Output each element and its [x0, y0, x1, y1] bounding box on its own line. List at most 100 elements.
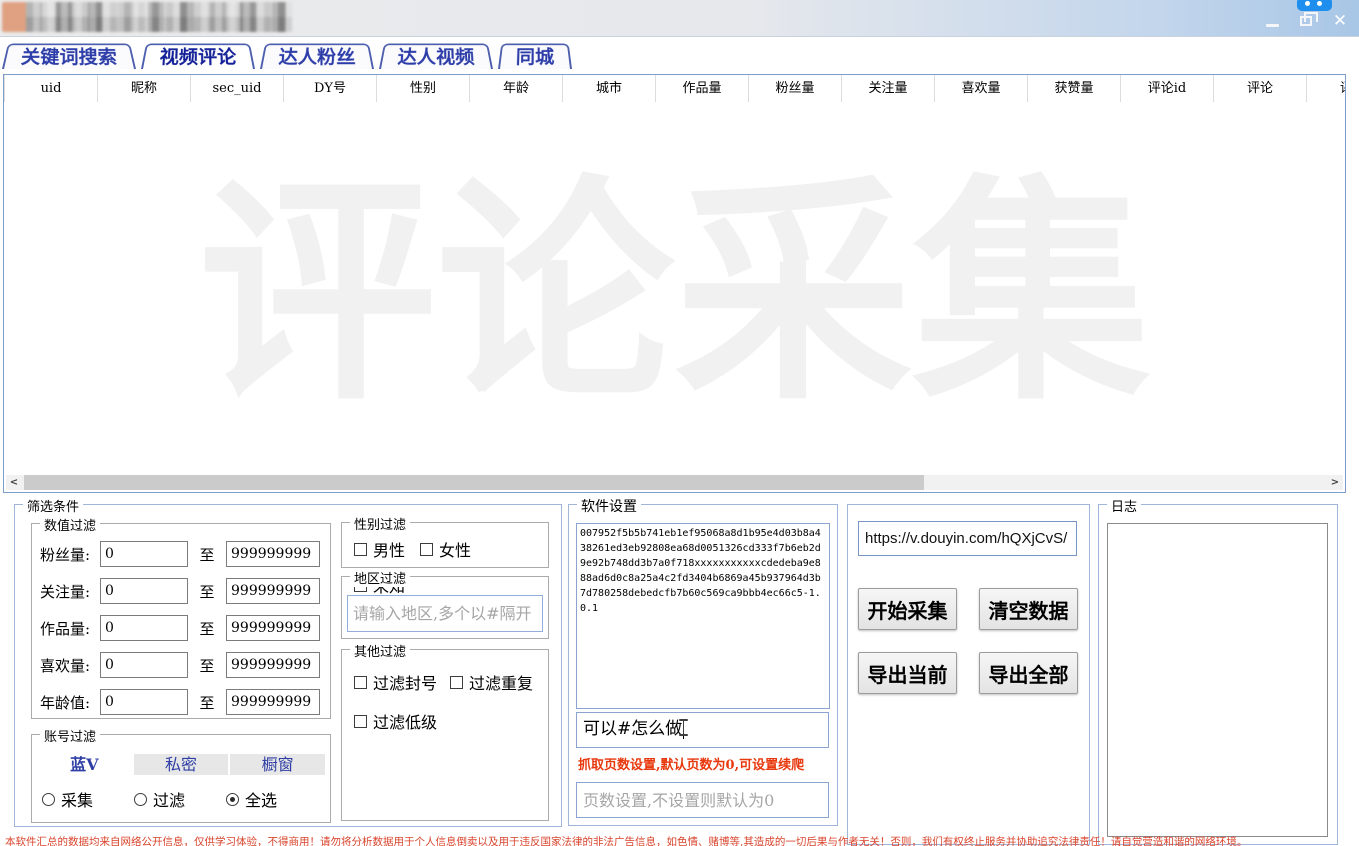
- scroll-right-arrow[interactable]: >: [1327, 475, 1343, 490]
- tab-label: 达人粉丝: [278, 45, 356, 69]
- other-checkbox[interactable]: 过滤封号: [354, 670, 450, 694]
- gender-filter-group: 性别过滤 男性 女性 未知: [341, 522, 549, 568]
- account-type-segment[interactable]: 橱窗: [230, 754, 325, 775]
- table-column-header[interactable]: uid: [5, 75, 98, 102]
- account-mode-radio[interactable]: 过滤: [134, 787, 226, 811]
- numeric-min-input[interactable]: [100, 541, 188, 567]
- tab-label: 关键词搜索: [20, 45, 118, 69]
- action-button[interactable]: 开始采集: [858, 588, 957, 630]
- numeric-min-input[interactable]: [100, 578, 188, 604]
- numeric-filter-row: 关注量: 至: [32, 578, 330, 604]
- radio-label: 采集: [61, 787, 93, 811]
- tab[interactable]: 关键词搜索: [2, 44, 136, 69]
- account-type-segment[interactable]: 私密: [134, 754, 229, 775]
- table-column-header[interactable]: 评论: [1214, 75, 1307, 102]
- numeric-min-input[interactable]: [100, 615, 188, 641]
- table-header-row: uid昵称sec_uidDY号性别年龄城市作品量粉丝量关注量喜欢量获赞量评论id…: [4, 75, 1345, 102]
- table-column-header[interactable]: 关注量: [842, 75, 935, 102]
- gender-checkbox[interactable]: 男性: [354, 537, 420, 561]
- numeric-max-input[interactable]: [226, 578, 320, 604]
- title-text-blurred: [26, 2, 292, 32]
- filters-panel: 筛选条件 数值过滤 粉丝量: 至 关注量: 至 作品量: 至: [14, 504, 562, 827]
- table-column-header[interactable]: 城市: [563, 75, 656, 102]
- tab[interactable]: 同城: [498, 44, 572, 69]
- table-column-header[interactable]: 性别: [377, 75, 470, 102]
- text-cursor-icon: [679, 719, 688, 736]
- tab[interactable]: 达人视频: [379, 44, 493, 69]
- tab-label: 同城: [515, 45, 554, 69]
- numeric-filter-label: 喜欢量:: [40, 655, 100, 676]
- account-type-segment[interactable]: 蓝V: [37, 754, 132, 775]
- numeric-max-input[interactable]: [226, 652, 320, 678]
- radio-icon: [134, 793, 147, 806]
- log-panel: 日志: [1098, 504, 1338, 845]
- numeric-max-input[interactable]: [226, 689, 320, 715]
- other-filter-title: 其他过滤: [350, 641, 410, 660]
- close-button[interactable]: ✕: [1331, 12, 1349, 30]
- action-button[interactable]: 导出全部: [979, 652, 1078, 694]
- table-column-header[interactable]: 粉丝量: [749, 75, 842, 102]
- license-token-textarea[interactable]: 007952f5b5b741eb1ef95068a8d1b95e4d03b8a4…: [576, 523, 830, 709]
- account-mode-radio[interactable]: 采集: [42, 787, 134, 811]
- scrollbar-thumb[interactable]: [24, 475, 924, 490]
- tab-label: 达人视频: [397, 45, 475, 69]
- numeric-filter-label: 关注量:: [40, 581, 100, 602]
- checkbox-label: 男性: [373, 537, 405, 561]
- numeric-filter-label: 粉丝量:: [40, 544, 100, 565]
- settings-panel: 软件设置 007952f5b5b741eb1ef95068a8d1b95e4d0…: [568, 504, 838, 826]
- other-filter-group: 其他过滤 过滤封号 过滤重复 过滤低级: [341, 649, 549, 821]
- table-column-header[interactable]: 评论: [1307, 75, 1346, 102]
- scrollbar-track[interactable]: [22, 475, 1327, 490]
- region-filter-title: 地区过滤: [350, 568, 410, 587]
- radio-icon: [42, 793, 55, 806]
- action-button[interactable]: 清空数据: [979, 588, 1078, 630]
- minimize-button[interactable]: [1263, 12, 1281, 30]
- account-filter-title: 账号过滤: [40, 726, 100, 745]
- table-column-header[interactable]: DY号: [284, 75, 377, 102]
- actions-panel: 开始采集清空数据导出当前导出全部: [847, 504, 1090, 845]
- share-url-input[interactable]: [858, 521, 1077, 556]
- table-column-header[interactable]: 喜欢量: [935, 75, 1028, 102]
- numeric-max-input[interactable]: [226, 615, 320, 641]
- minimize-icon: [1266, 24, 1279, 27]
- numeric-min-input[interactable]: [100, 652, 188, 678]
- table-column-header[interactable]: 评论id: [1121, 75, 1214, 102]
- tab[interactable]: 视频评论: [141, 44, 255, 69]
- log-textarea[interactable]: [1107, 523, 1328, 837]
- keyword-input[interactable]: 可以#怎么做: [576, 712, 829, 748]
- table-column-header[interactable]: 年龄: [470, 75, 563, 102]
- results-table: 评论采集 uid昵称sec_uidDY号性别年龄城市作品量粉丝量关注量喜欢量获赞…: [3, 74, 1346, 493]
- to-label: 至: [188, 581, 226, 602]
- pages-input[interactable]: [576, 782, 829, 818]
- to-label: 至: [188, 692, 226, 713]
- table-column-header[interactable]: 获赞量: [1028, 75, 1121, 102]
- action-button[interactable]: 导出当前: [858, 652, 957, 694]
- other-checkbox[interactable]: 过滤低级: [354, 709, 450, 733]
- scroll-left-arrow[interactable]: <: [6, 475, 22, 490]
- app-window: ✕ 关键词搜索 视频评论 达人粉丝 达人视频 同城 评论采集 uid昵称sec_…: [0, 0, 1359, 846]
- table-column-header[interactable]: sec_uid: [191, 75, 284, 102]
- numeric-min-input[interactable]: [100, 689, 188, 715]
- radio-icon: [226, 793, 239, 806]
- checkbox-icon: [354, 715, 367, 728]
- checkbox-label: 过滤封号: [373, 670, 437, 694]
- tab-label: 视频评论: [159, 45, 237, 69]
- checkbox-icon: [354, 543, 367, 556]
- restore-button[interactable]: [1297, 12, 1315, 30]
- gender-checkbox[interactable]: 女性: [420, 537, 486, 561]
- table-column-header[interactable]: 昵称: [98, 75, 191, 102]
- account-mode-radio[interactable]: 全选: [226, 787, 318, 811]
- other-checkbox[interactable]: 过滤重复: [450, 670, 546, 694]
- numeric-filter-row: 年龄值: 至: [32, 689, 330, 715]
- checkbox-label: 女性: [439, 537, 471, 561]
- numeric-max-input[interactable]: [226, 541, 320, 567]
- to-label: 至: [188, 618, 226, 639]
- to-label: 至: [188, 655, 226, 676]
- region-input[interactable]: [347, 595, 543, 632]
- table-column-header[interactable]: 作品量: [656, 75, 749, 102]
- filters-panel-title: 筛选条件: [23, 496, 83, 515]
- numeric-filter-label: 年龄值:: [40, 692, 100, 713]
- pages-hint-text: 抓取页数设置,默认页数为0,可设置续爬: [578, 754, 804, 773]
- tab[interactable]: 达人粉丝: [260, 44, 374, 69]
- region-filter-group: 地区过滤: [341, 576, 549, 639]
